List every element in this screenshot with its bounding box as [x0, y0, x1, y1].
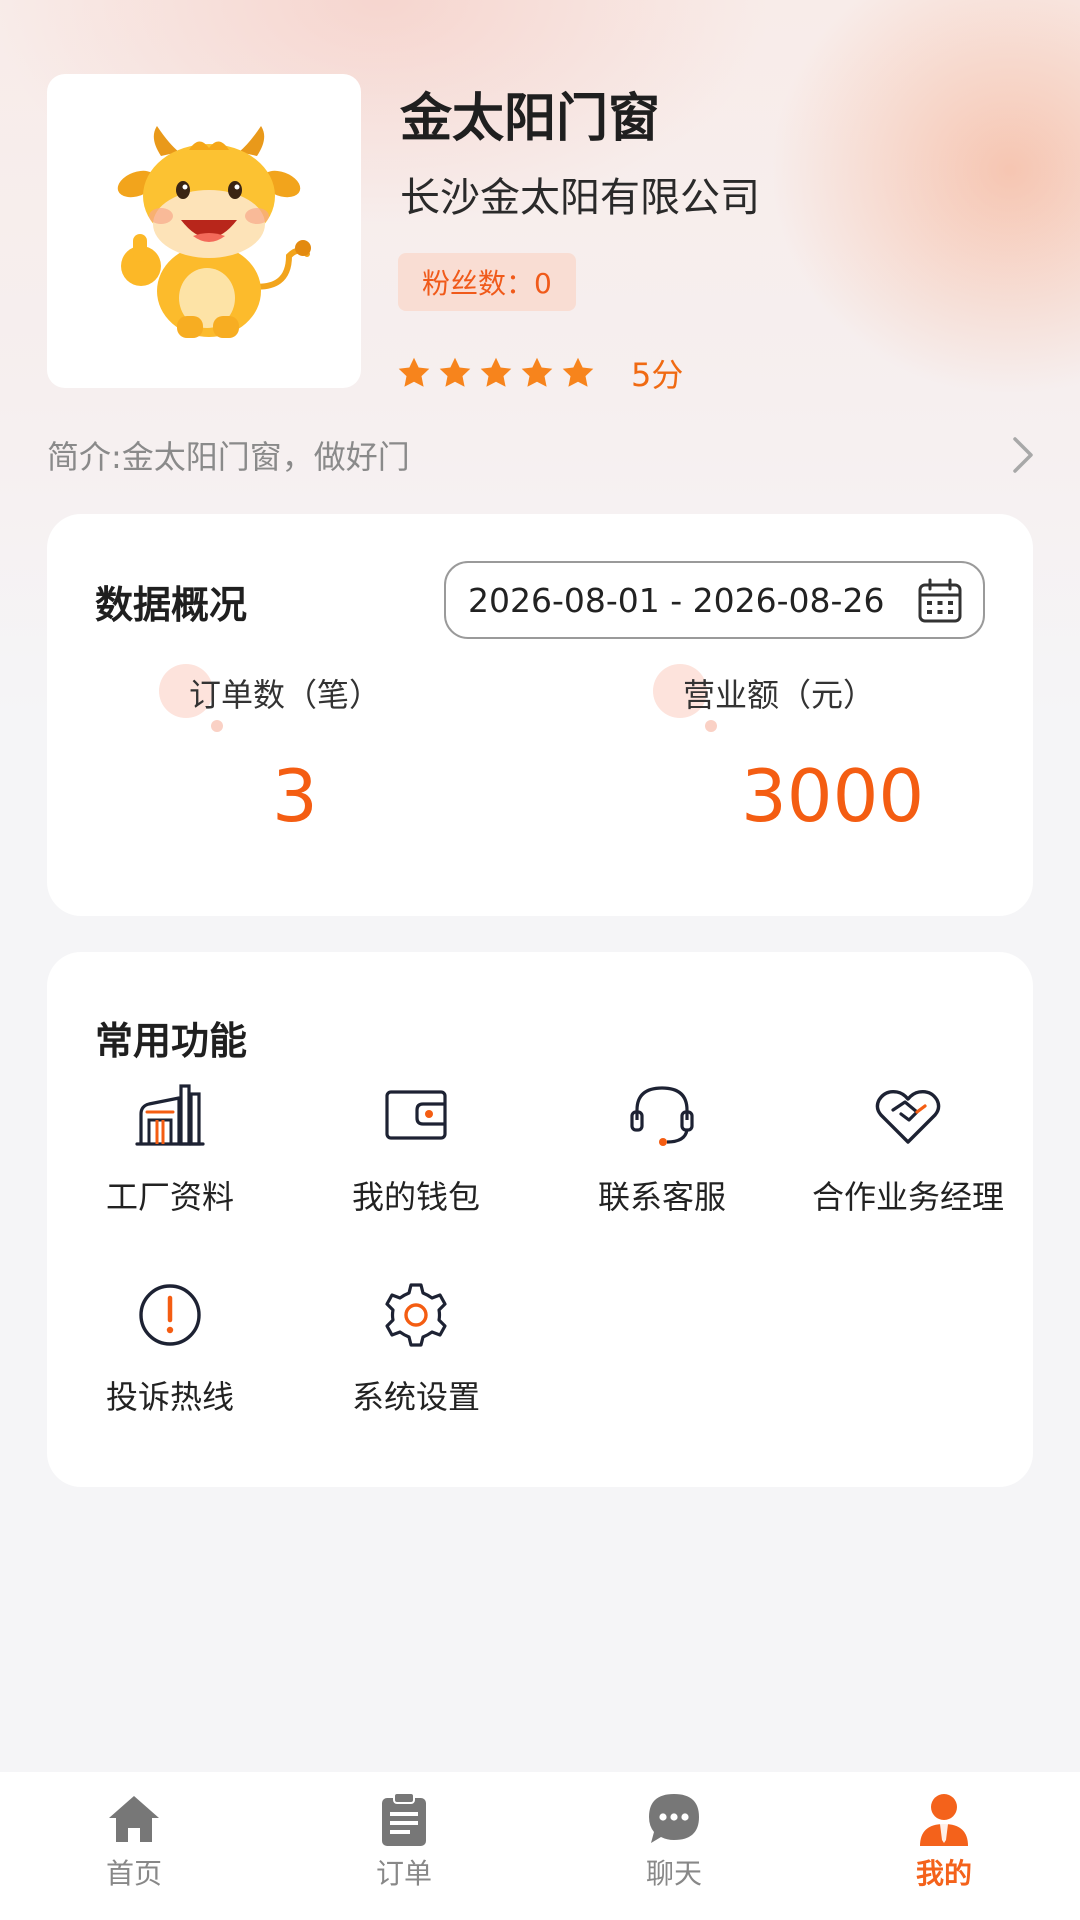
star-icon — [480, 357, 512, 387]
func-customer-service[interactable]: 联系客服 — [539, 1080, 785, 1250]
decor-dot-small — [705, 720, 717, 732]
func-label: 工厂资料 — [105, 1178, 234, 1216]
clipboard-icon — [382, 1792, 426, 1846]
data-overview-card: 数据概况 2026-08-01 - 2026-08-26 订单数（笔） 3 营业… — [47, 514, 1033, 916]
tab-mine[interactable]: 我的 — [844, 1772, 1044, 1920]
func-label: 投诉热线 — [105, 1378, 234, 1416]
alert-icon — [139, 1284, 201, 1346]
tab-label: 订单 — [375, 1857, 432, 1890]
date-range-picker[interactable]: 2026-08-01 - 2026-08-26 — [444, 561, 985, 639]
decor-dot-small — [211, 720, 223, 732]
chevron-right-icon — [1013, 437, 1033, 473]
intro-row[interactable]: 简介:金太阳门窗，做好门 — [47, 425, 1037, 485]
calendar-icon — [918, 578, 962, 623]
func-factory-info[interactable]: 工厂资料 — [47, 1080, 293, 1250]
chat-bubble-icon — [649, 1794, 699, 1843]
date-range-text: 2026-08-01 - 2026-08-26 — [468, 580, 885, 620]
func-label: 系统设置 — [351, 1378, 480, 1416]
stat-revenue-label: 营业额（元） — [683, 676, 876, 714]
star-icon — [521, 357, 553, 387]
tab-label: 首页 — [105, 1857, 162, 1890]
handshake-heart-icon — [875, 1089, 941, 1144]
fans-badge: 粉丝数：0 — [398, 253, 576, 311]
tab-home[interactable]: 首页 — [34, 1772, 234, 1920]
headset-icon — [630, 1086, 694, 1146]
func-label: 我的钱包 — [351, 1178, 480, 1216]
tab-orders[interactable]: 订单 — [304, 1772, 504, 1920]
stat-revenue[interactable]: 营业额（元） 3000 — [653, 664, 1013, 864]
stat-orders-value: 3 — [272, 754, 318, 838]
stat-orders[interactable]: 订单数（笔） 3 — [159, 664, 519, 864]
common-functions-card: 常用功能 工厂资料 我的钱包 联系客服 合作业务经理 投诉热线 系统设置 — [47, 952, 1033, 1487]
func-business-manager[interactable]: 合作业务经理 — [785, 1080, 1031, 1250]
tab-label: 聊天 — [645, 1857, 702, 1890]
gear-icon — [385, 1283, 447, 1347]
cow-mascot-icon — [117, 126, 311, 338]
tab-chat[interactable]: 聊天 — [574, 1772, 774, 1920]
rating-score: 5分 — [631, 356, 684, 394]
func-settings[interactable]: 系统设置 — [293, 1280, 539, 1450]
company-name: 长沙金太阳有限公司 — [400, 175, 760, 221]
wallet-icon — [385, 1090, 447, 1140]
shop-avatar[interactable] — [47, 74, 361, 388]
star-icon — [439, 357, 471, 387]
factory-icon — [135, 1084, 205, 1146]
star-icon — [562, 357, 594, 387]
func-wallet[interactable]: 我的钱包 — [293, 1080, 539, 1250]
func-complaint-hotline[interactable]: 投诉热线 — [47, 1280, 293, 1450]
func-label: 合作业务经理 — [811, 1178, 1004, 1216]
shop-name: 金太阳门窗 — [400, 89, 661, 149]
star-icon — [398, 357, 430, 387]
tab-label: 我的 — [915, 1857, 972, 1890]
overview-title: 数据概况 — [95, 583, 248, 627]
rating: 5分 — [396, 352, 683, 394]
home-icon — [109, 1796, 159, 1842]
stat-orders-label: 订单数（笔） — [189, 676, 382, 714]
user-icon — [920, 1794, 968, 1846]
stat-revenue-value: 3000 — [741, 754, 925, 838]
bottom-tab-bar: 首页 订单 聊天 我的 — [0, 1772, 1080, 1920]
functions-title: 常用功能 — [95, 1019, 248, 1063]
intro-text: 简介:金太阳门窗，做好门 — [47, 438, 410, 476]
func-label: 联系客服 — [597, 1178, 726, 1216]
